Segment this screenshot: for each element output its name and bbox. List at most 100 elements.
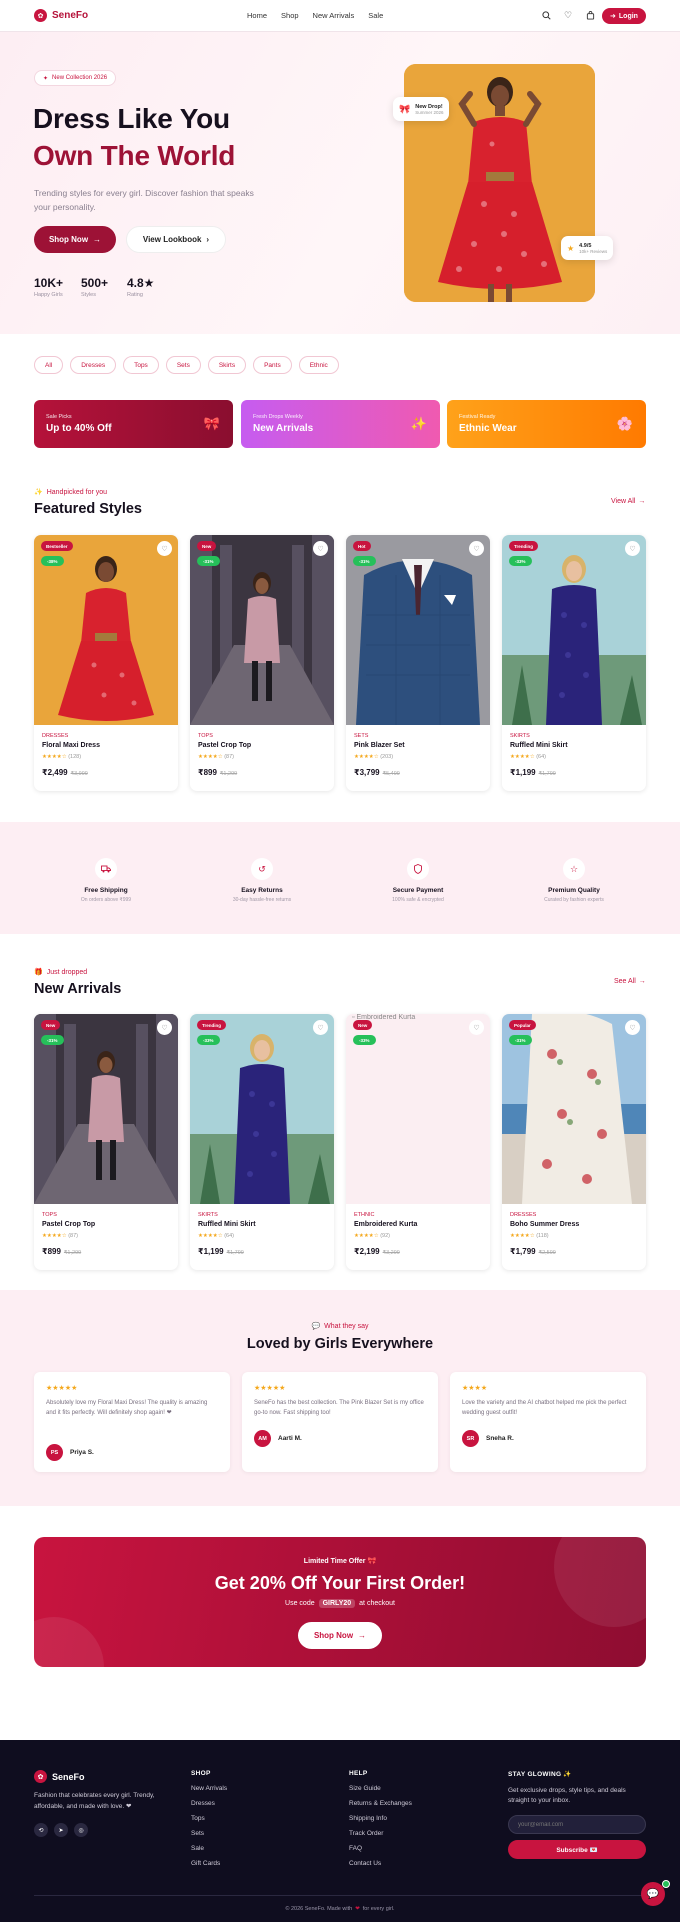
view-lookbook-button[interactable]: View Lookbook ›: [126, 226, 226, 253]
product-card[interactable]: Popular -31% ♡ DRESSES Boho Summer Dress…: [502, 1014, 646, 1270]
nav-link-new-arrivals[interactable]: New Arrivals: [313, 11, 355, 20]
product-tag: Trending: [197, 1020, 226, 1030]
see-all-link[interactable]: See All →: [614, 978, 646, 985]
search-icon[interactable]: [540, 9, 552, 21]
product-card[interactable]: Bestseller -38% ♡ DRESSES Floral Maxi Dr…: [34, 535, 178, 791]
price-old: ₹1,299: [63, 1250, 82, 1256]
testimonial-stars: ★★★★★: [46, 1385, 78, 1392]
newsletter-email-input[interactable]: [508, 1815, 646, 1834]
discount-badge: -33%: [197, 1035, 220, 1045]
shop-now-button[interactable]: Shop Now →: [34, 226, 116, 253]
product-category: TOPS: [42, 1212, 57, 1218]
discount-badge: -31%: [509, 1035, 532, 1045]
promo-ethnic[interactable]: Festival Ready Ethnic Wear 🌸: [447, 400, 646, 448]
logo-icon: ✿: [34, 9, 47, 22]
wishlist-heart-icon[interactable]: ♡: [469, 541, 484, 556]
discount-badge: -33%: [353, 1035, 376, 1045]
feature-sub: 30-day hassle-free returns: [232, 897, 292, 903]
footer-newsletter: STAY GLOWING ✨ Get exclusive drops, styl…: [508, 1770, 646, 1859]
product-category: DRESSES: [42, 733, 69, 739]
product-rating: ★★★★☆ (87): [42, 1233, 78, 1239]
product-card[interactable]: Hot -31% ♡ SETS Pink Blazer Set ★★★★☆ (2…: [346, 535, 490, 791]
subscribe-button[interactable]: Subscribe 💌: [508, 1840, 646, 1859]
wishlist-heart-icon[interactable]: ♡: [157, 1020, 172, 1035]
wishlist-heart-icon[interactable]: ♡: [313, 1020, 328, 1035]
footer-link[interactable]: Tops: [191, 1815, 227, 1822]
chip-sets[interactable]: Sets: [165, 356, 201, 374]
promo-new-arrivals[interactable]: Fresh Drops Weekly New Arrivals ✨: [241, 400, 440, 448]
decor-circle: [34, 1617, 104, 1667]
offer-banner: Limited Time Offer 🎀 Get 20% Off Your Fi…: [34, 1537, 646, 1667]
float-sub: Summer 2026: [415, 109, 444, 115]
product-card[interactable]: Trending -33% ♡ SKIRTS Ruffled Mini Skir…: [190, 1014, 334, 1270]
featured-kicker-text: Handpicked for you: [46, 488, 108, 496]
footer-link[interactable]: Track Order: [349, 1830, 412, 1837]
nav-link-shop[interactable]: Shop: [281, 11, 299, 20]
price-current: ₹1,199: [510, 768, 536, 777]
product-price: ₹1,199 ₹1,799: [198, 1247, 244, 1256]
wishlist-heart-icon[interactable]: ♡: [625, 541, 640, 556]
chip-dresses[interactable]: Dresses: [70, 356, 117, 374]
product-name: Floral Maxi Dress: [42, 742, 100, 749]
footer-link[interactable]: Contact Us: [349, 1860, 412, 1867]
telegram-icon[interactable]: ➤: [54, 1823, 68, 1837]
price-old: ₹1,799: [538, 771, 556, 777]
offer-shop-now-button[interactable]: Shop Now →: [298, 1622, 382, 1649]
social-icons: ⟲ ➤ ◎: [34, 1823, 88, 1837]
globe-icon[interactable]: ◎: [74, 1823, 88, 1837]
share-icon[interactable]: ⟲: [34, 1823, 48, 1837]
chip-tops[interactable]: Tops: [123, 356, 159, 374]
price-current: ₹899: [42, 1247, 61, 1256]
discount-badge: -31%: [197, 556, 220, 566]
bag-icon[interactable]: [584, 9, 596, 21]
bow-icon: 🎀: [203, 416, 221, 431]
gift-icon: 🎁: [34, 969, 43, 976]
product-card[interactable]: New -31% ♡ TOPS Pastel Crop Top ★★★★☆ (8…: [34, 1014, 178, 1270]
view-all-link[interactable]: View All →: [611, 498, 645, 505]
brand-logo[interactable]: ✿ SeneFo: [34, 9, 88, 22]
arrow-right-icon: →: [638, 498, 646, 505]
promo-sale[interactable]: Sale Picks Up to 40% Off 🎀: [34, 400, 233, 448]
product-rating: ★★★★☆ (118): [510, 1233, 549, 1239]
footer-link[interactable]: Sale: [191, 1845, 227, 1852]
offer-cta-label: Shop Now: [313, 1631, 354, 1640]
footer-link[interactable]: FAQ: [349, 1845, 412, 1852]
collection-badge: ✦ New Collection 2026: [34, 70, 117, 86]
nav-link-sale[interactable]: Sale: [368, 11, 383, 20]
footer-link[interactable]: Returns & Exchanges: [349, 1800, 412, 1807]
footer-logo[interactable]: ✿ SeneFo: [34, 1770, 85, 1783]
product-rating: ★★★★☆ (203): [354, 754, 393, 760]
chip-all[interactable]: All: [34, 356, 64, 374]
footer-link[interactable]: New Arrivals: [191, 1785, 227, 1792]
product-price: ₹899 ₹1,299: [42, 1247, 81, 1256]
stat-rating: 4.8★ Rating: [127, 276, 154, 298]
footer-link[interactable]: Dresses: [191, 1800, 227, 1807]
testimonial-stars: ★★★★★: [254, 1385, 286, 1392]
wishlist-heart-icon[interactable]: ♡: [469, 1020, 484, 1035]
stat-label: Rating: [127, 292, 143, 298]
heart-icon[interactable]: ♡: [562, 9, 574, 21]
product-name: Ruffled Mini Skirt: [510, 742, 568, 749]
chip-pants[interactable]: Pants: [253, 356, 292, 374]
product-card[interactable]: ▫ Embroidered Kurta New -33% ♡ ETHNIC Emb…: [346, 1014, 490, 1270]
product-image: Trending -33% ♡: [502, 535, 646, 725]
chip-skirts[interactable]: Skirts: [207, 356, 247, 374]
footer-link[interactable]: Size Guide: [349, 1785, 412, 1792]
wishlist-heart-icon[interactable]: ♡: [313, 541, 328, 556]
wishlist-heart-icon[interactable]: ♡: [157, 541, 172, 556]
footer-link[interactable]: Gift Cards: [191, 1860, 227, 1867]
footer-link[interactable]: Sets: [191, 1830, 227, 1837]
discount-badge: -33%: [509, 556, 532, 566]
promo-code[interactable]: GIRLY20: [318, 1599, 356, 1608]
product-card[interactable]: New -31% ♡ TOPS Pastel Crop Top ★★★★☆ (8…: [190, 535, 334, 791]
stat-styles: 500+ Styles: [81, 276, 108, 298]
footer-link[interactable]: Shipping Info: [349, 1815, 412, 1822]
online-indicator: [662, 1880, 670, 1888]
login-label: Login: [618, 12, 638, 20]
login-button[interactable]: ➜ Login: [602, 8, 646, 24]
product-card[interactable]: Trending -33% ♡ SKIRTS Ruffled Mini Skir…: [502, 535, 646, 791]
chip-ethnic[interactable]: Ethnic: [298, 356, 339, 374]
nav-link-home[interactable]: Home: [247, 11, 267, 20]
wishlist-heart-icon[interactable]: ♡: [625, 1020, 640, 1035]
copyright: © 2026 SeneFo. Made with ❤ for every gir…: [0, 1906, 680, 1912]
